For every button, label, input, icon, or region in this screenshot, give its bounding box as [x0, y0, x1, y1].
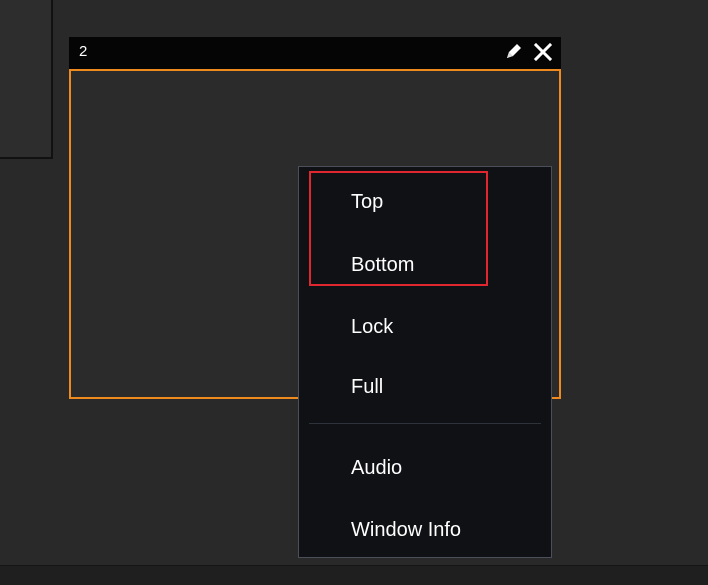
pencil-icon-svg — [507, 44, 521, 58]
close-icon[interactable] — [531, 40, 555, 64]
context-menu: Top Bottom Lock Full Audio Window Info — [298, 166, 552, 558]
menu-item-window-info[interactable]: Window Info — [351, 518, 461, 542]
menu-divider — [309, 423, 541, 424]
menu-item-audio[interactable]: Audio — [351, 456, 402, 480]
menu-item-top[interactable]: Top — [351, 190, 383, 214]
window-titlebar: 2 — [69, 37, 561, 69]
menu-item-full[interactable]: Full — [351, 375, 383, 399]
close-icon-svg — [533, 42, 553, 62]
window-number: 2 — [79, 43, 88, 60]
menu-item-bottom[interactable]: Bottom — [351, 253, 414, 277]
pencil-icon[interactable] — [503, 42, 523, 62]
workspace-canvas: 2 Top Bottom Lock Full Audio Window Info — [0, 0, 708, 585]
left-panel — [0, 0, 53, 159]
bottom-strip — [0, 565, 708, 585]
menu-item-lock[interactable]: Lock — [351, 315, 393, 339]
